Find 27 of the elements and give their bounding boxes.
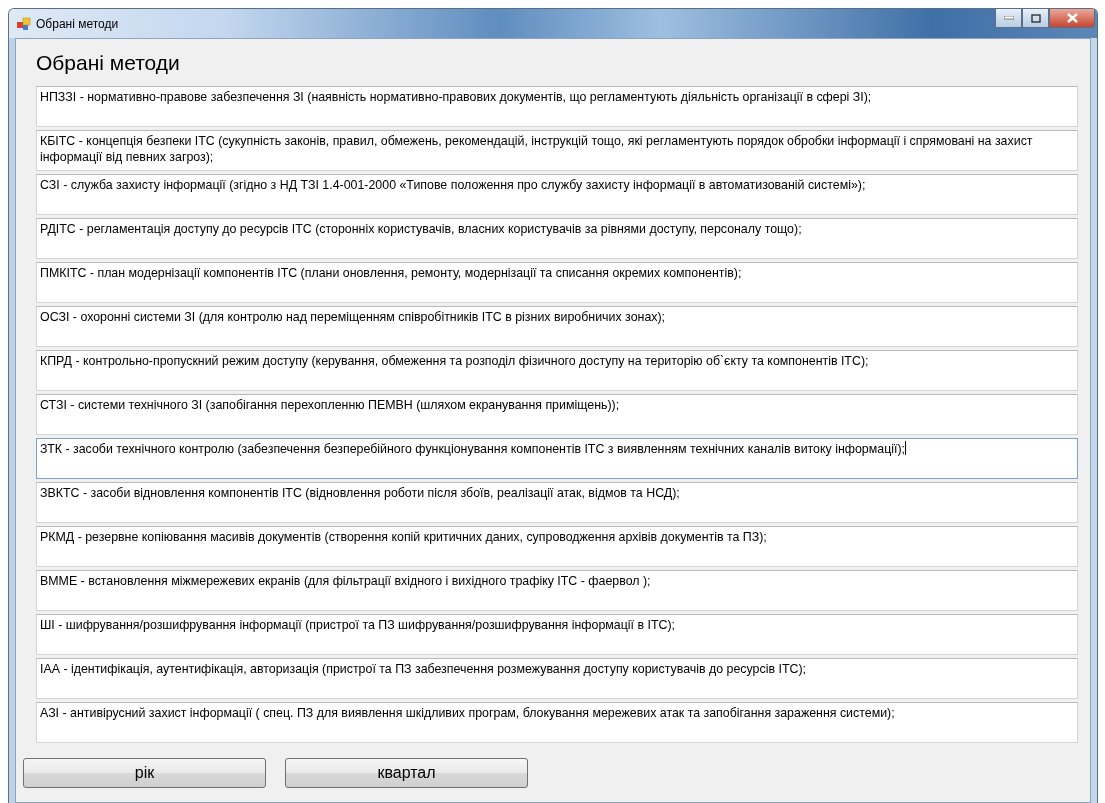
minimize-icon xyxy=(1003,16,1014,20)
text-field[interactable]: ПМКІТС - план модернізації компонентів ІТС (плани оновлення, ремонту, модернізації та списання окремих компонентів); xyxy=(36,262,1078,303)
maximize-button[interactable] xyxy=(1022,9,1049,28)
text-field[interactable]: ЗВКТС - засоби відновлення компонентів ІТС (відновлення роботи після збоїв, реалізації атак, відмов та НСД); xyxy=(36,482,1078,523)
text-field[interactable]: СТЗІ - системи технічного ЗІ (запобігання перехопленню ПЕМВН (шляхом екранування приміщень)); xyxy=(36,394,1078,435)
window-title: Обрані методи xyxy=(36,16,119,31)
text-field[interactable]: ЗТК - засоби технічного контролю (забезпечення безперебійного функціонування компонентів ІТС з виявленням технічних каналів витоку інформації); xyxy=(36,438,1078,479)
close-icon xyxy=(1066,13,1078,23)
app-icon xyxy=(17,16,31,31)
period-button[interactable]: рік xyxy=(23,758,266,788)
text-field[interactable]: КБІТС - концепція безпеки ІТС (сукупність законів, правил, обмежень, рекомендацій, інструкцій тощо, які регламентують порядок обробки інформації і спрямовані на захист інформації від певних загроз); xyxy=(36,130,1078,171)
text-field[interactable]: ШІ - шифрування/розшифрування інформації (пристрої та ПЗ шифрування/розшифрування інформації в ІТС); xyxy=(36,614,1078,655)
text-field[interactable]: РДІТС - регламентація доступу до ресурсів ІТС (сторонніх користувачів, власних користувачів за рівнями доступу, персоналу тощо); xyxy=(36,218,1078,259)
maximize-icon xyxy=(1030,13,1041,23)
text-cursor xyxy=(905,441,907,455)
period-button[interactable]: квартал xyxy=(285,758,528,788)
text-field[interactable]: АЗІ - антивірусний захист інформації ( спец. ПЗ для виявлення шкідливих програм, блокування мережевих атак та запобігання зараження системи); xyxy=(36,702,1078,743)
minimize-button[interactable] xyxy=(995,9,1022,28)
close-button[interactable] xyxy=(1049,9,1095,28)
text-field[interactable]: ВММЕ - встановлення міжмережевих екранів (для фільтрації вхідного і вихідного трафіку ІТС - фаервол ); xyxy=(36,570,1078,611)
text-field[interactable]: КПРД - контрольно-пропускний режим доступу (керування, обмеження та розподіл фізичного доступу на територію об`єкту та компонентів ІТС); xyxy=(36,350,1078,391)
form-heading: Обрані методи xyxy=(36,51,180,75)
text-field[interactable]: СЗІ - служба захисту інформації (згідно з НД ТЗІ 1.4-001-2000 «Типове положення про службу захисту інформації в автоматизованій системі»); xyxy=(36,174,1078,215)
text-field[interactable]: НПЗЗІ - нормативно-правове забезпечення ЗІ (наявність нормативно-правових документів, що регламентують діяльність організації в сфері ЗІ); xyxy=(36,86,1078,127)
text-field[interactable]: ОСЗІ - охоронні системи ЗІ (для контролю над переміщенням співробітників ІТС в різних виробничих зонах); xyxy=(36,306,1078,347)
text-field[interactable]: ІАА - ідентифікація, аутентифікація, авторизація (пристрої та ПЗ забезпечення розмежування доступу користувачів до ресурсів ІТС); xyxy=(36,658,1078,699)
text-field[interactable]: РКМД - резервне копіювання масивів документів (створення копій критичних даних, супроводження архівів документів та ПЗ); xyxy=(36,526,1078,567)
